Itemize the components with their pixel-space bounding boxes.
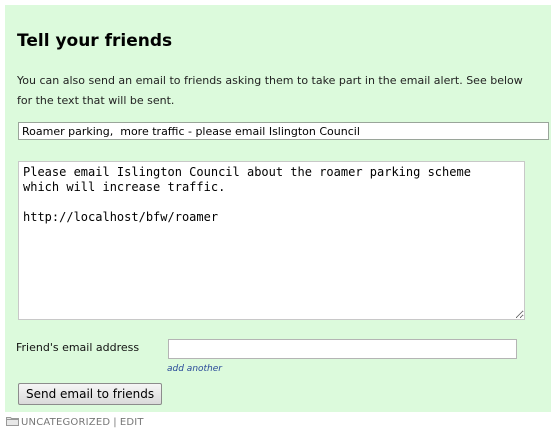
footer-separator: | bbox=[113, 417, 117, 428]
friend-email-input[interactable] bbox=[168, 339, 517, 359]
tell-friends-panel: Tell your friends You can also send an e… bbox=[5, 5, 551, 412]
intro-text: You can also send an email to friends as… bbox=[17, 74, 523, 107]
send-email-button[interactable]: Send email to friends bbox=[18, 383, 163, 405]
add-another-link[interactable]: add another bbox=[167, 364, 222, 374]
friend-email-label: Friend's email address bbox=[16, 341, 140, 354]
post-footer: UNCATEGORIZED | EDIT bbox=[6, 416, 144, 429]
folder-icon bbox=[6, 416, 19, 429]
email-subject-input[interactable] bbox=[18, 122, 549, 140]
section-title: Tell your friends bbox=[17, 31, 173, 51]
email-body-textarea[interactable]: Please email Islington Council about the… bbox=[18, 161, 525, 320]
edit-link[interactable]: EDIT bbox=[120, 417, 144, 428]
category-link[interactable]: UNCATEGORIZED bbox=[21, 417, 110, 428]
